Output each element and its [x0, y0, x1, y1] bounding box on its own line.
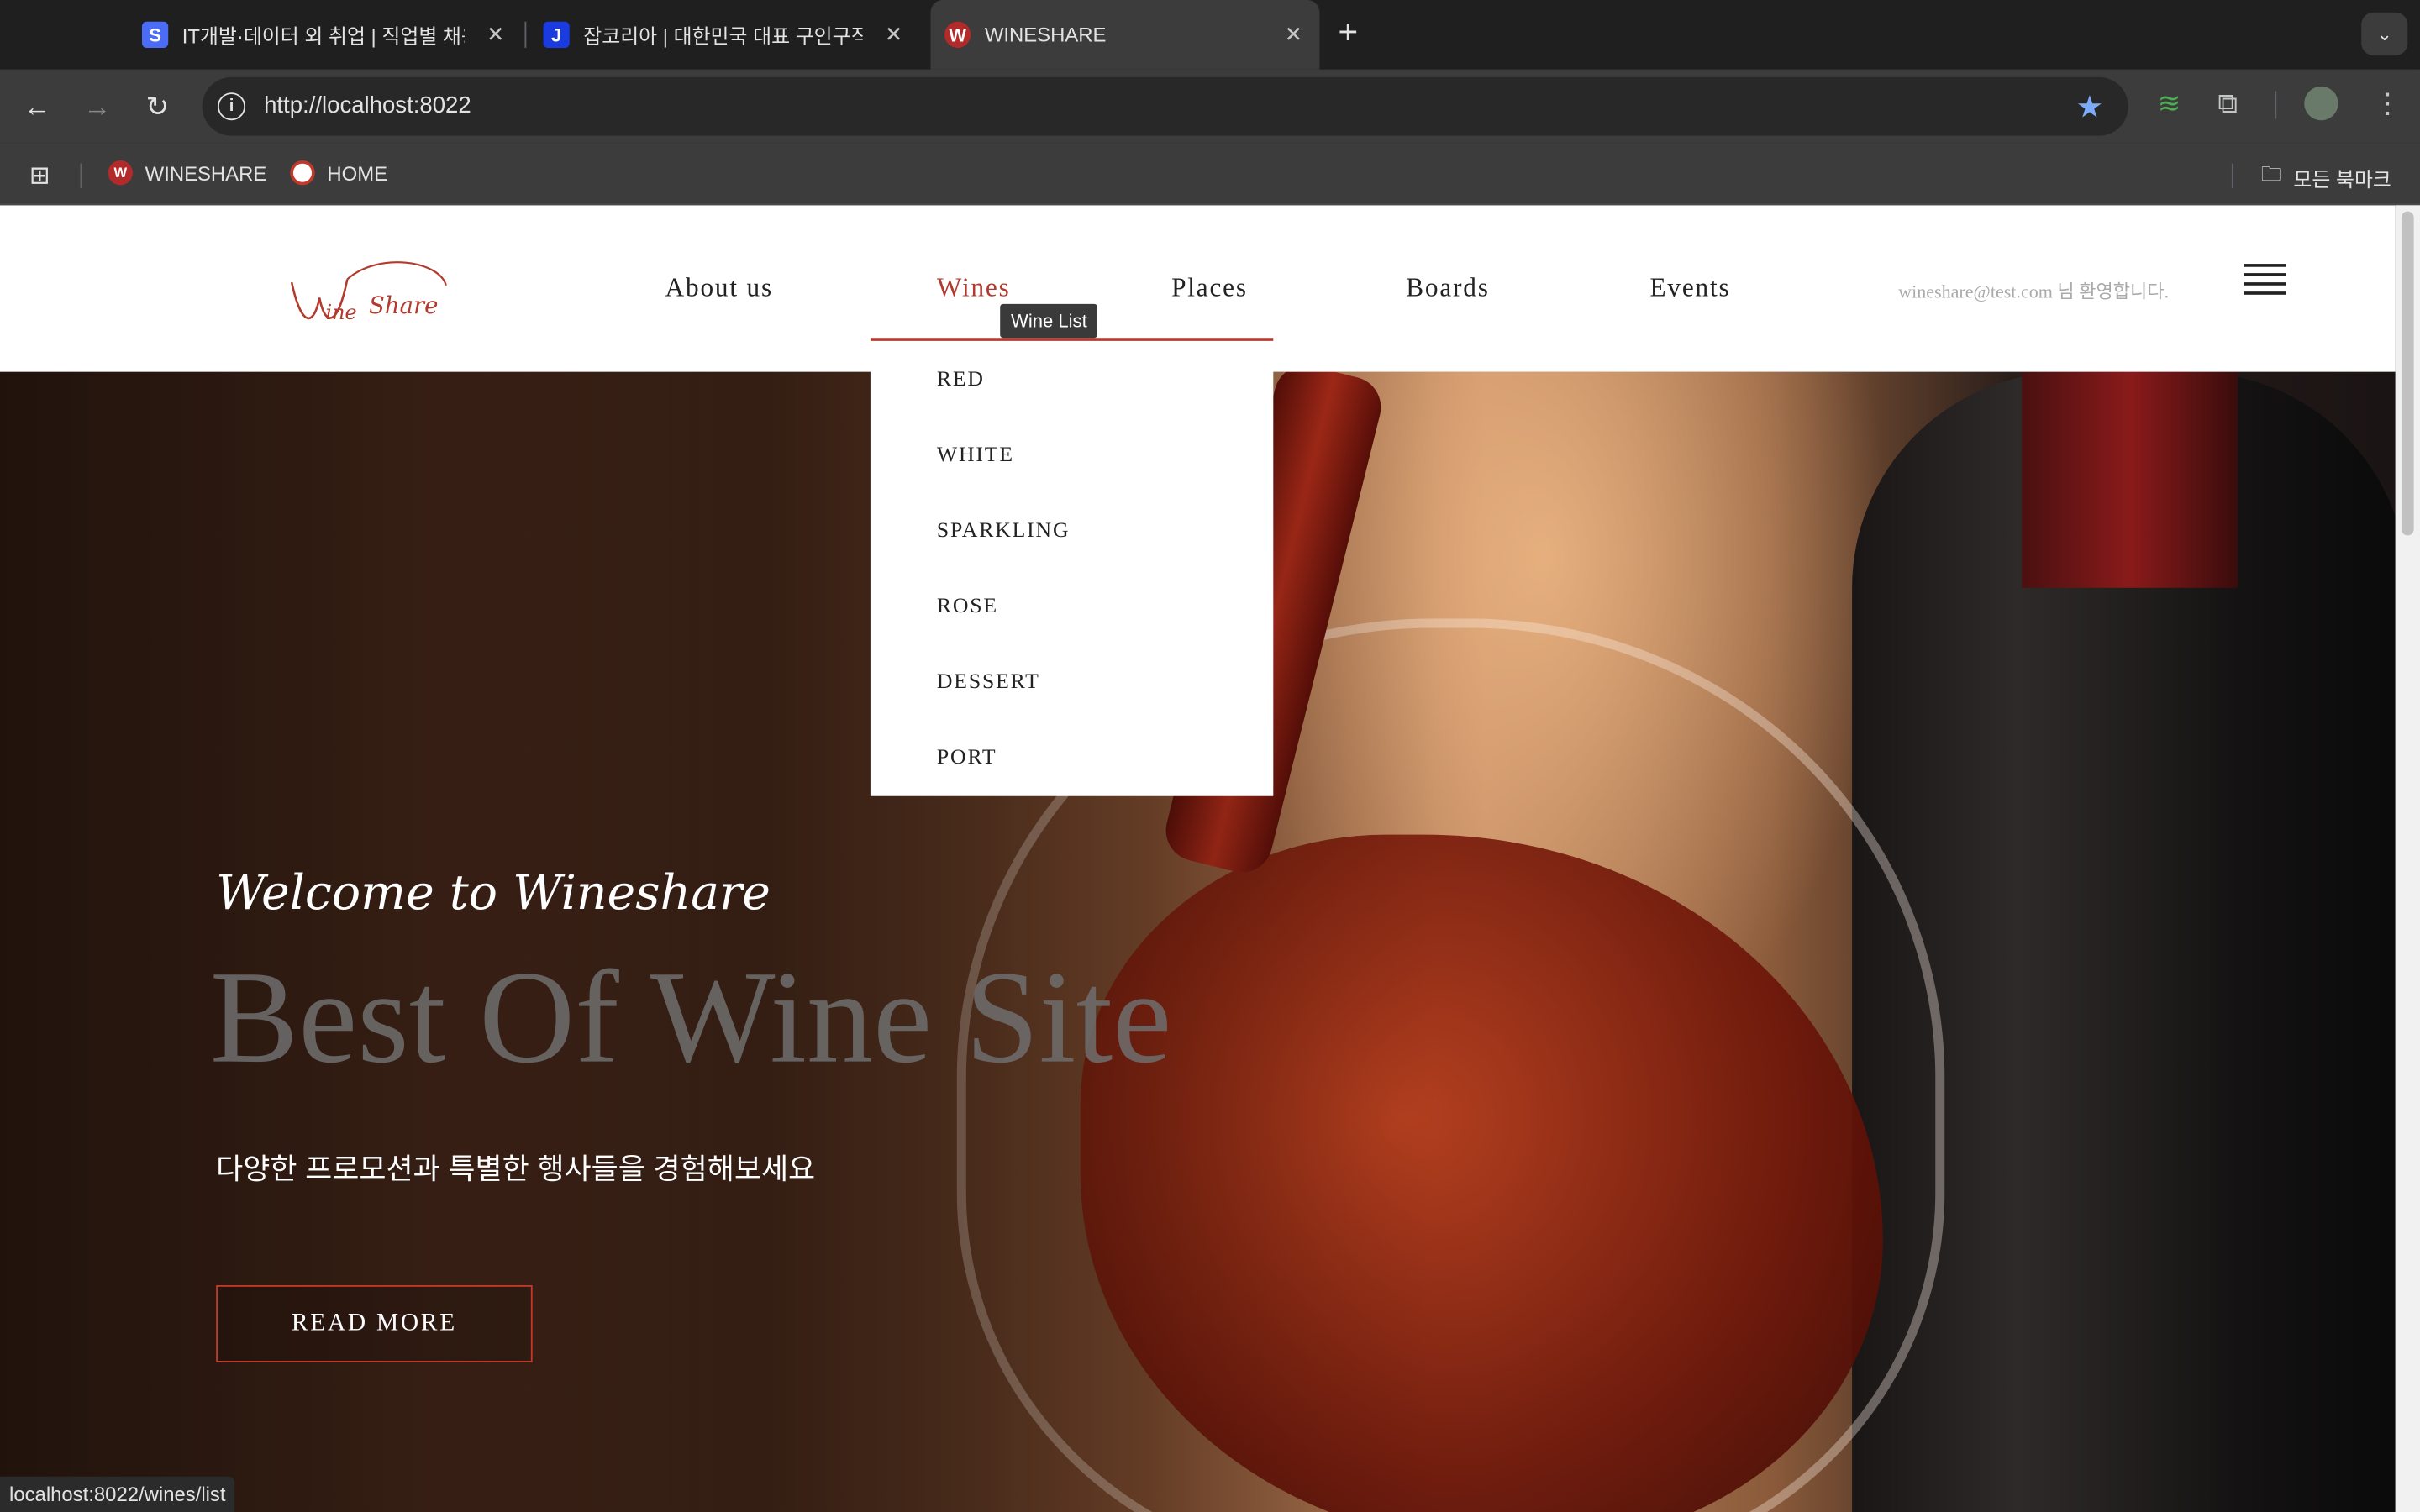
all-bookmarks-label: 모든 북마크 [2293, 167, 2391, 191]
tab-favicon: S [141, 21, 169, 48]
user-email: wineshare@test.com [1898, 281, 2053, 302]
back-icon[interactable]: ← [18, 88, 55, 125]
bookmark-star-icon[interactable]: ★ [2076, 88, 2104, 127]
dropdown-item-red[interactable]: RED [937, 369, 985, 393]
svg-text:Share: Share [369, 292, 439, 319]
dropdown-item-white[interactable]: WHITE [937, 444, 1014, 469]
address-bar[interactable]: i http://localhost:8022 ★ [202, 76, 2128, 136]
tab-separator [524, 21, 527, 48]
bookmark-wineshare[interactable]: W WINESHARE [108, 160, 267, 186]
hero-subtitle: 다양한 프로모션과 특별한 행사들을 경험해보세요 [216, 1153, 816, 1187]
read-more-button[interactable]: READ MORE [216, 1284, 533, 1362]
status-url-bubble: localhost:8022/wines/list [0, 1476, 235, 1512]
wineshare-favicon-icon: W [108, 160, 133, 186]
bookmark-label: HOME [327, 160, 388, 185]
hero-welcome: Welcome to Wineshare [216, 865, 771, 921]
tab-title: IT개발·데이터 외 취업 | 직업별 채용 [182, 24, 465, 48]
nav-places[interactable]: Places [1171, 273, 1248, 304]
extensions-puzzle-icon[interactable]: ⧉ [2217, 88, 2238, 121]
browser-tab[interactable]: J 잡코리아 | 대한민국 대표 구인구직 ✕ [543, 11, 903, 59]
baseball-icon [290, 160, 315, 186]
page-scrollbar[interactable] [2395, 205, 2420, 1512]
url-text[interactable]: http://localhost:8022 [264, 92, 471, 118]
bookmarks-bar: ⊞ W WINESHARE HOME 🗀 모든 북마크 [0, 143, 2420, 206]
browser-tab[interactable]: S IT개발·데이터 외 취업 | 직업별 채용 ✕ [141, 11, 505, 59]
dropdown-item-rose[interactable]: ROSE [937, 596, 998, 620]
hero-headline: Best Of Wine Site [209, 942, 1172, 1091]
tab-favicon: J [543, 21, 570, 48]
close-tab-icon[interactable]: ✕ [885, 22, 903, 48]
nav-about-us[interactable]: About us [666, 273, 773, 304]
bookmark-separator [80, 163, 82, 189]
greeting-text: 님 환영합니다. [2057, 281, 2170, 302]
tab-title: 잡코리아 | 대한민국 대표 구인구직 [583, 24, 863, 48]
web-page: Welcome to Wineshare Best Of Wine Site 다… [0, 205, 2396, 1512]
dropdown-item-dessert[interactable]: DESSERT [937, 671, 1040, 696]
wine-list-tooltip: Wine List [1000, 303, 1098, 339]
dropdown-item-sparkling[interactable]: SPARKLING [937, 520, 1070, 544]
tab-title: WINESHARE [984, 23, 1107, 47]
browser-toolbar: ← → ↻ i http://localhost:8022 ★ ≋ ⧉ ⋮ [0, 69, 2420, 144]
wineshare-logo[interactable]: ine Share [286, 251, 455, 336]
menu-kebab-icon[interactable]: ⋮ [2374, 88, 2402, 121]
dropdown-item-port[interactable]: PORT [937, 747, 997, 771]
all-bookmarks[interactable]: 🗀 모든 북마크 [2261, 160, 2391, 194]
toolbar-separator [2275, 91, 2277, 119]
bookmark-home[interactable]: HOME [290, 160, 388, 186]
wines-dropdown-menu: RED WHITE SPARKLING ROSE DESSERT PORT [870, 340, 1274, 796]
user-greeting: wineshare@test.com 님 환영합니다. [1898, 278, 2169, 304]
nav-events[interactable]: Events [1649, 273, 1730, 304]
bookmark-separator [2231, 163, 2233, 189]
scrollbar-thumb[interactable] [2401, 211, 2414, 536]
folder-icon: 🗀 [2260, 161, 2281, 186]
new-tab-icon[interactable]: + [1338, 13, 1358, 53]
nav-boards[interactable]: Boards [1406, 273, 1489, 304]
close-tab-icon[interactable]: ✕ [487, 22, 505, 48]
site-info-icon[interactable]: i [217, 92, 246, 121]
close-tab-icon[interactable]: ✕ [1285, 22, 1303, 48]
extension-icon[interactable]: ≋ [2158, 88, 2181, 121]
bookmark-label: WINESHARE [145, 160, 267, 185]
browser-tab-active[interactable]: W WINESHARE ✕ [930, 0, 1320, 70]
tab-strip: S IT개발·데이터 외 취업 | 직업별 채용 ✕ J 잡코리아 | 대한민국… [0, 0, 2420, 70]
apps-grid-icon[interactable]: ⊞ [29, 160, 50, 192]
profile-avatar[interactable] [2304, 86, 2338, 121]
svg-text:ine: ine [326, 301, 357, 324]
hamburger-menu-icon[interactable] [2244, 264, 2286, 295]
tab-search-icon[interactable]: ⌄ [2361, 12, 2408, 56]
tab-favicon: W [944, 21, 971, 48]
forward-icon[interactable]: → [79, 88, 116, 125]
reload-icon[interactable]: ↻ [139, 88, 176, 125]
nav-wines[interactable]: Wines [937, 273, 1011, 304]
